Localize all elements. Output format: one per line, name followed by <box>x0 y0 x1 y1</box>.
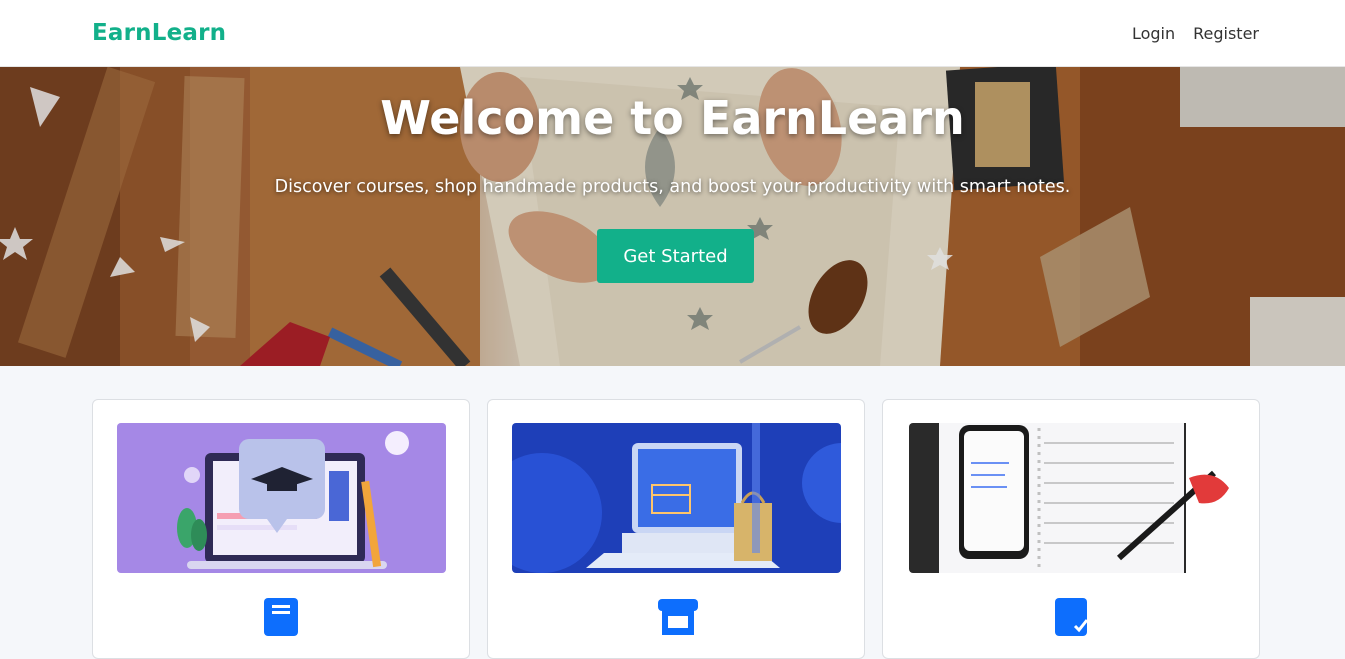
brand-logo[interactable]: EarnLearn <box>92 20 226 46</box>
navbar: EarnLearn Login Register <box>0 0 1345 67</box>
courses-card[interactable] <box>92 399 470 659</box>
login-link[interactable]: Login <box>1132 24 1175 43</box>
get-started-button[interactable]: Get Started <box>597 229 754 283</box>
notes-card[interactable] <box>882 399 1260 659</box>
hero-subtitle: Discover courses, shop handmade products… <box>274 177 1071 197</box>
feature-cards <box>92 399 1260 659</box>
shop-card[interactable] <box>487 399 865 659</box>
online-learning-image <box>117 423 446 573</box>
hero-content: Welcome to EarnLearn Discover courses, s… <box>0 67 1345 366</box>
hero-title: Welcome to EarnLearn <box>380 91 965 145</box>
smart-notes-image <box>909 423 1237 573</box>
note-check-icon <box>1051 596 1091 636</box>
store-icon <box>656 596 698 636</box>
book-icon <box>261 596 301 636</box>
nav-links: Login Register <box>1132 24 1259 43</box>
hero-banner: Welcome to EarnLearn Discover courses, s… <box>0 67 1345 366</box>
register-link[interactable]: Register <box>1193 24 1259 43</box>
online-shop-image <box>512 423 841 573</box>
